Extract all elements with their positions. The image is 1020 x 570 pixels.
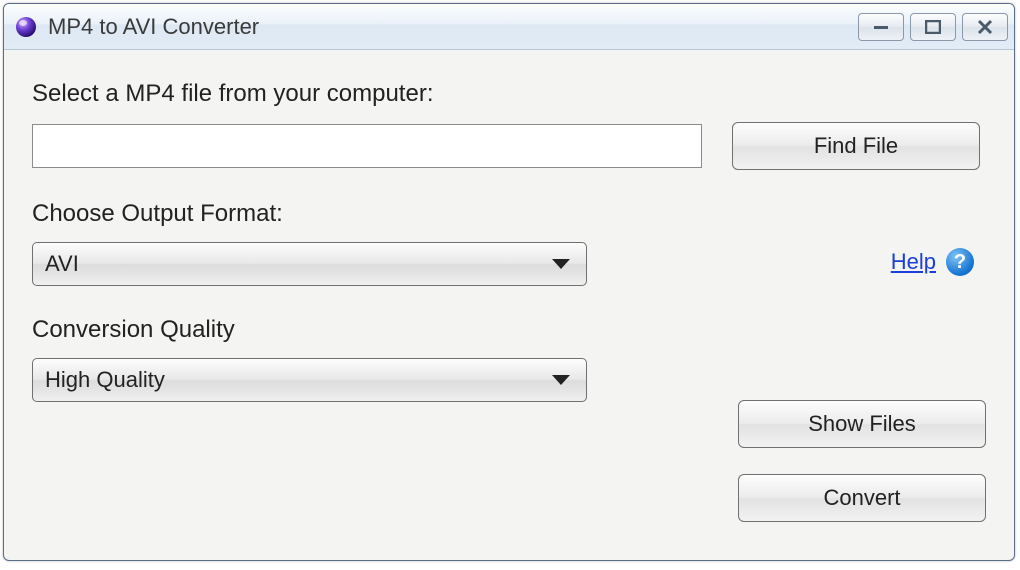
chevron-down-icon [552, 259, 570, 269]
app-icon [14, 15, 38, 39]
window-controls [858, 13, 1008, 41]
format-selected-value: AVI [45, 251, 79, 277]
convert-button[interactable]: Convert [738, 474, 986, 522]
help-link[interactable]: Help [891, 249, 936, 275]
file-select-label: Select a MP4 file from your computer: [32, 80, 986, 108]
app-window: MP4 to AVI Converter Select a MP4 file f… [3, 3, 1015, 561]
minimize-button[interactable] [858, 13, 904, 41]
quality-selected-value: High Quality [45, 367, 165, 393]
file-path-input[interactable] [32, 124, 702, 168]
action-buttons: Show Files Convert [738, 400, 986, 522]
format-label: Choose Output Format: [32, 200, 986, 228]
content-area: Select a MP4 file from your computer: Fi… [4, 50, 1014, 560]
file-select-section: Select a MP4 file from your computer: Fi… [32, 80, 986, 170]
quality-label: Conversion Quality [32, 316, 986, 344]
chevron-down-icon [552, 375, 570, 385]
help-area: Help ? [891, 248, 974, 276]
format-dropdown[interactable]: AVI [32, 242, 587, 286]
window-title: MP4 to AVI Converter [48, 14, 858, 40]
show-files-button[interactable]: Show Files [738, 400, 986, 448]
find-file-button[interactable]: Find File [732, 122, 980, 170]
maximize-icon [925, 20, 941, 34]
quality-section: Conversion Quality High Quality [32, 316, 986, 402]
close-button[interactable] [962, 13, 1008, 41]
titlebar: MP4 to AVI Converter [4, 4, 1014, 50]
help-icon[interactable]: ? [946, 248, 974, 276]
quality-dropdown[interactable]: High Quality [32, 358, 587, 402]
maximize-button[interactable] [910, 13, 956, 41]
close-icon [977, 19, 993, 35]
format-section: Choose Output Format: AVI [32, 200, 986, 286]
minimize-icon [872, 22, 890, 32]
